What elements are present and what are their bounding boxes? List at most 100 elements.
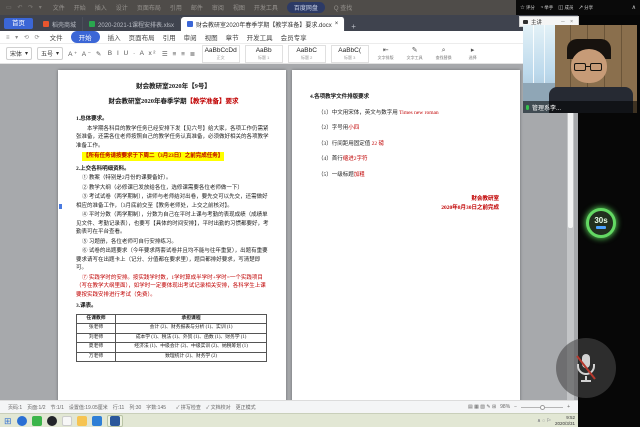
tab-active-docx[interactable]: 财会教研室2020年春季学期【教学准备】要求.docx × <box>181 17 345 31</box>
style-heading1[interactable]: AaBb 标题 1 <box>245 45 283 63</box>
style-heading2[interactable]: AaBbC 标题 2 <box>288 45 326 63</box>
style-label: 标题 2 <box>289 54 325 61</box>
menu-page-layout[interactable]: 页面布局 <box>129 32 155 42</box>
bg-find-command[interactable]: Q 查找 <box>334 3 352 12</box>
close-tab-icon[interactable]: × <box>335 21 339 27</box>
font-name-select[interactable]: 宋体 ▾ <box>6 47 32 60</box>
countdown-timer-badge[interactable]: 30s <box>586 208 616 238</box>
format-rule: （5）一级标题加粗 <box>310 171 505 180</box>
start-button[interactable]: ⊞ <box>4 416 12 426</box>
new-tab-button[interactable]: + <box>345 22 362 31</box>
menu-file[interactable]: 文件 <box>50 32 63 42</box>
wps-home-button[interactable]: 首页 <box>4 18 33 29</box>
bg-menu-devtools[interactable]: 开发工具 <box>254 3 278 12</box>
font-size-value: 五号 <box>41 49 53 58</box>
deadline-highlight: 【所有任务请按要求于下周二（3月23日）之前完成任务】 <box>82 152 224 161</box>
app-icon[interactable] <box>92 416 102 426</box>
menu-home-active[interactable]: 开始 <box>71 31 100 43</box>
document-canvas[interactable]: 财会教研室2020年【9号】 财会教研室2020年春季学期【教学准备】要求 1.… <box>0 64 578 400</box>
bg-menu-layout[interactable]: 页面布局 <box>137 3 161 12</box>
font-size-select[interactable]: 五号 ▾ <box>37 47 63 60</box>
bg-menu-home[interactable]: 开始 <box>74 3 86 12</box>
text-tool[interactable]: ✎ 文字工具 <box>403 47 427 61</box>
taskbar-clock[interactable]: 9:52 2020/3/31 <box>555 415 575 426</box>
share-button[interactable]: ↗ 分享 <box>578 5 593 11</box>
webcam-video-feed[interactable]: 管理系李... <box>523 25 637 113</box>
revision-marker <box>59 204 62 209</box>
tool-label: 文字排版 <box>374 54 398 61</box>
quick-access-icons[interactable]: ▭ ↶ ↷ ▾ <box>6 4 44 11</box>
zoom-slider-knob[interactable] <box>540 405 545 410</box>
clock-date: 2020/3/31 <box>555 421 575 427</box>
file-explorer-icon[interactable] <box>77 416 87 426</box>
raise-hand-button[interactable]: ◔ 举手 <box>540 5 553 11</box>
view-mode-icons[interactable]: ▤ ▦ ▧ ✎ ⊞ <box>468 404 496 410</box>
windows-taskbar: ⊞ ∧ ◌ ⚐ 9:52 2020/3/31 <box>0 413 578 427</box>
wechat-icon[interactable] <box>32 416 42 426</box>
active-app-slot[interactable] <box>107 415 123 427</box>
collapse-panel-button[interactable]: ∧ <box>632 4 636 11</box>
style-label: 标题 1 <box>246 54 282 61</box>
zoom-level: 98% <box>500 404 510 410</box>
wps-menu-bar: ≡ ▾ ⟲ ⟳ 文件 开始 插入 页面布局 引用 审阅 视图 章节 开发工具 会… <box>0 31 578 44</box>
tray-icons[interactable]: ∧ ◌ ⚐ <box>537 418 551 424</box>
qq-penguin-icon[interactable] <box>47 416 57 426</box>
menu-insert[interactable]: 插入 <box>108 32 121 42</box>
style-heading3[interactable]: AaBbC( 标题 3 <box>331 45 369 63</box>
format-rule: （2）字号用小四 <box>310 124 505 133</box>
file-menu-icons[interactable]: ≡ ▾ ⟲ ⟳ <box>6 34 42 41</box>
bg-menu-file[interactable]: 文件 <box>53 3 65 12</box>
font-grow-shrink-icons[interactable]: A⁺ A⁻ ✎ <box>68 50 103 58</box>
style-normal[interactable]: AaBbCcDd 正文 <box>202 45 240 63</box>
zoom-in-button[interactable]: + <box>567 404 570 410</box>
doc-title-1: 财会教研室2020年【9号】 <box>76 83 271 92</box>
bg-menu-view[interactable]: 视图 <box>233 3 245 12</box>
menu-view[interactable]: 视图 <box>205 32 218 42</box>
zoom-slider[interactable] <box>521 407 563 408</box>
wps-format-toolbar: 宋体 ▾ 五号 ▾ A⁺ A⁻ ✎ B I U · A x² ☰ ≡ ≡ ≣ A… <box>0 44 578 64</box>
paragraph-align-icons[interactable]: ☰ ≡ ≡ ≣ <box>162 50 197 58</box>
signature-date: 2020年8月30日之前完成 <box>310 204 499 213</box>
tab-label: 稻壳商城 <box>52 20 76 29</box>
bg-menu-insert[interactable]: 插入 <box>95 3 107 12</box>
select-tool[interactable]: ▸ 选择 <box>461 47 485 61</box>
menu-devtools[interactable]: 开发工具 <box>247 32 273 42</box>
status-checks[interactable]: ✓ 拼写检查 ✓ 文档校对 更正模式 <box>176 404 256 411</box>
bg-menu-references[interactable]: 引用 <box>170 3 182 12</box>
table-row: 张老师 会计 (2)、财务报表与分析 (1)、实训 (1) <box>77 324 267 334</box>
col-courses: 承担课程 <box>116 314 267 324</box>
typeset-icon: ⇤ <box>374 47 398 54</box>
style-label: 标题 3 <box>332 54 368 61</box>
spreadsheet-icon <box>89 21 95 27</box>
page-2-content: 4.各项教学文件排版要求 （1）中文用宋体，英文与数字用 Times new r… <box>292 70 520 400</box>
menu-review[interactable]: 审阅 <box>184 32 197 42</box>
window-controls[interactable]: ─ × <box>561 19 575 25</box>
bg-menu-mailings[interactable]: 邮件 <box>191 3 203 12</box>
scrollbar-thumb[interactable] <box>568 98 573 228</box>
bg-menu-design[interactable]: 设计 <box>116 3 128 12</box>
wps-status-bar: 页码:1 页面:1/2 节:1/1 设置值:19.05厘米 行:11 列:30 … <box>0 400 578 413</box>
zoom-out-button[interactable]: − <box>514 404 517 410</box>
menu-section[interactable]: 章节 <box>226 32 239 42</box>
menu-member[interactable]: 会员专享 <box>281 32 307 42</box>
document-page-2: 4.各项教学文件排版要求 （1）中文用宋体，英文与数字用 Times new r… <box>292 70 520 400</box>
col-teacher: 任课教师 <box>77 314 116 324</box>
text-typeset-tool[interactable]: ⇤ 文字排版 <box>374 47 398 61</box>
rate-button[interactable]: ☆ 评分 <box>520 5 535 11</box>
muted-microphone-button[interactable] <box>556 338 616 398</box>
bg-menu-netdisk-pill[interactable]: 百度网盘 <box>287 2 325 13</box>
members-button[interactable]: ◫ 成员 <box>558 5 573 11</box>
browser-icon[interactable] <box>17 416 27 426</box>
bg-menu-review[interactable]: 审阅 <box>212 3 224 12</box>
find-replace-tool[interactable]: ⌕ 查找替换 <box>432 47 456 61</box>
zoom-controls: ▤ ▦ ▧ ✎ ⊞ 98% − + <box>468 404 570 410</box>
status-page-info: 页码:1 页面:1/2 节:1/1 设置值:19.05厘米 行:11 列:30 … <box>8 404 166 411</box>
glasses-left-lens <box>574 63 586 71</box>
notes-app-icon[interactable] <box>62 416 72 426</box>
tab-docer-store[interactable]: 稻壳商城 <box>37 17 83 31</box>
system-tray: ∧ ◌ ⚐ 9:52 2020/3/31 <box>537 415 578 426</box>
menu-references[interactable]: 引用 <box>163 32 176 42</box>
chevron-down-icon: ▾ <box>56 50 59 57</box>
tab-xlsx-schedule[interactable]: 2020-2021-1课程安排表.xlsx <box>83 17 181 31</box>
bold-italic-underline-icons[interactable]: B I U · A x² <box>108 50 157 57</box>
